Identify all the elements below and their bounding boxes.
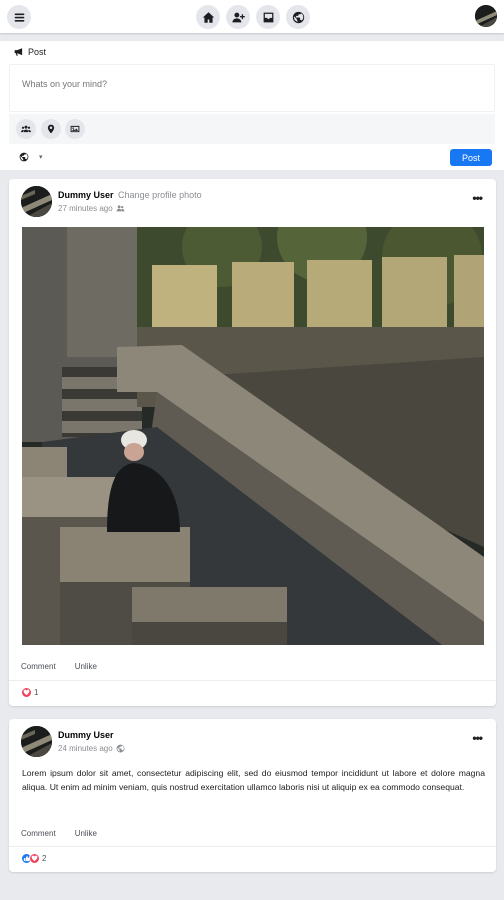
composer-footer: ▾ Post xyxy=(0,147,504,170)
post-actions: Comment Unlike xyxy=(21,662,97,671)
post-text-input[interactable] xyxy=(10,65,494,111)
author-name[interactable]: Dummy User xyxy=(58,730,114,740)
unlike-button[interactable]: Unlike xyxy=(75,829,97,838)
explore-nav-button[interactable] xyxy=(286,5,310,29)
add-location-button[interactable] xyxy=(41,119,61,139)
privacy-select[interactable]: ▾ xyxy=(19,152,43,162)
composer-header: Post xyxy=(14,47,46,57)
post-composer: Post ▾ Post xyxy=(0,41,504,170)
reaction-count: 2 xyxy=(42,854,47,863)
comment-button[interactable]: Comment xyxy=(21,829,56,838)
globe-icon xyxy=(292,11,304,23)
inbox-nav-button[interactable] xyxy=(256,5,280,29)
globe-icon xyxy=(116,744,125,753)
profile-avatar[interactable] xyxy=(475,5,497,27)
post-timestamp[interactable]: 24 minutes ago xyxy=(58,744,113,753)
menu-icon xyxy=(14,12,24,22)
avatar[interactable] xyxy=(21,186,52,217)
reaction-summary[interactable]: 2 xyxy=(21,853,46,864)
feed-post: Dummy User 24 minutes ago ••• Lorem ipsu… xyxy=(9,719,496,872)
post-options-button[interactable]: ••• xyxy=(472,732,483,744)
author-name[interactable]: Dummy User xyxy=(58,190,114,200)
post-options-button[interactable]: ••• xyxy=(472,192,483,204)
heart-icon xyxy=(21,687,32,698)
composer-toolbar xyxy=(9,114,495,144)
post-header: Dummy User Change profile photo xyxy=(58,190,202,200)
chevron-down-icon: ▾ xyxy=(39,154,43,161)
location-icon xyxy=(47,124,55,134)
composer-title: Post xyxy=(28,47,47,57)
friend-requests-nav-button[interactable] xyxy=(226,5,250,29)
home-nav-button[interactable] xyxy=(196,5,220,29)
avatar[interactable] xyxy=(21,726,52,757)
unlike-button[interactable]: Unlike xyxy=(75,662,97,671)
megaphone-icon xyxy=(14,48,23,56)
tag-people-button[interactable] xyxy=(16,119,36,139)
post-body-text: Lorem ipsum dolor sit amet, consectetur … xyxy=(22,768,485,792)
feed-post: Dummy User Change profile photo 27 minut… xyxy=(9,179,496,706)
divider xyxy=(9,846,496,847)
add-friend-icon xyxy=(231,12,245,22)
composer-textarea-wrapper xyxy=(9,64,495,112)
post-meta: 24 minutes ago xyxy=(58,744,125,753)
globe-icon xyxy=(19,152,29,162)
group-icon xyxy=(21,125,31,133)
photo-icon xyxy=(70,125,80,133)
comment-button[interactable]: Comment xyxy=(21,662,56,671)
inbox-icon xyxy=(263,12,273,22)
friends-icon xyxy=(116,205,125,212)
reaction-summary[interactable]: 1 xyxy=(21,687,38,698)
home-icon xyxy=(202,11,214,23)
post-action-text: Change profile photo xyxy=(118,190,202,200)
heart-icon xyxy=(29,853,40,864)
post-photo[interactable] xyxy=(22,227,484,645)
divider xyxy=(9,680,496,681)
add-photo-button[interactable] xyxy=(65,119,85,139)
post-submit-button[interactable]: Post xyxy=(450,149,492,166)
menu-button[interactable] xyxy=(7,5,31,29)
post-meta: 27 minutes ago xyxy=(58,204,125,213)
post-timestamp[interactable]: 27 minutes ago xyxy=(58,204,113,213)
reaction-count: 1 xyxy=(34,688,39,697)
post-actions: Comment Unlike xyxy=(21,829,97,838)
post-header: Dummy User xyxy=(58,730,114,740)
top-navigation-bar xyxy=(0,0,504,33)
